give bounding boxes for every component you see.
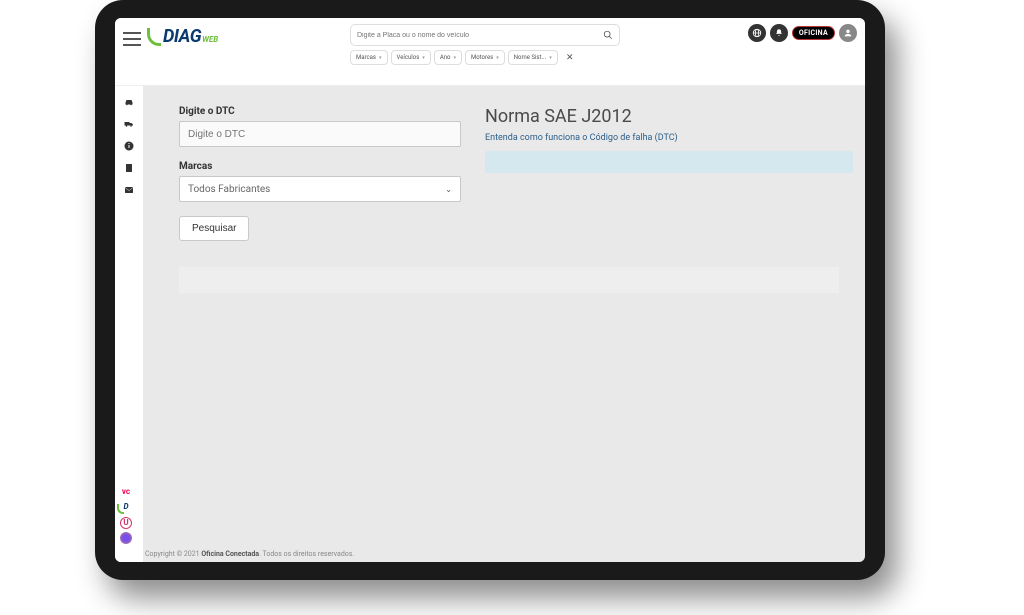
sidebar-mail-icon[interactable] <box>122 184 136 196</box>
search-icon[interactable] <box>603 30 613 40</box>
topbar: DIAG WEB Marcas▾ Veículos▾ Ano▾ Motores▾… <box>115 18 865 86</box>
body: Digite o DTC Marcas Todos Fabricantes ⌄ … <box>115 86 865 562</box>
filter-row: Marcas▾ Veículos▾ Ano▾ Motores▾ Nome Sis… <box>350 50 620 65</box>
filter-motores[interactable]: Motores▾ <box>465 50 505 65</box>
filter-clear-icon[interactable]: ✕ <box>563 51 577 65</box>
search-button[interactable]: Pesquisar <box>179 216 249 241</box>
logo-main: DIAG <box>163 26 201 47</box>
results-placeholder <box>179 267 839 293</box>
diag-mini-icon[interactable]: D <box>119 502 133 514</box>
m-icon[interactable] <box>120 532 132 544</box>
norma-link[interactable]: Entenda como funciona o Código de falha … <box>485 133 853 143</box>
sidebar-truck-icon[interactable] <box>122 118 136 130</box>
search-row <box>350 24 620 46</box>
oficina-badge[interactable]: OFICINA <box>792 26 835 40</box>
marcas-selected: Todos Fabricantes <box>188 184 270 195</box>
mini-icons: vc D U <box>119 487 133 544</box>
dtc-input[interactable] <box>179 121 461 147</box>
marcas-select[interactable]: Todos Fabricantes ⌄ <box>179 176 461 202</box>
logo-swoosh-icon <box>147 28 161 46</box>
footer: Copyright © 2021 Oficina Conectada. Todo… <box>145 550 354 558</box>
sidebar-car-icon[interactable] <box>122 96 136 108</box>
norma-title: Norma SAE J2012 <box>485 106 853 127</box>
user-icon[interactable] <box>839 24 857 42</box>
u-icon[interactable]: U <box>120 517 132 529</box>
bell-icon[interactable] <box>770 24 788 42</box>
filter-sistema[interactable]: Nome Sist...▾ <box>508 50 558 65</box>
vc-icon[interactable]: vc <box>119 487 133 499</box>
filter-veiculos[interactable]: Veículos▾ <box>391 50 431 65</box>
globe-icon[interactable] <box>748 24 766 42</box>
vehicle-search-input[interactable] <box>357 32 603 39</box>
filter-marcas[interactable]: Marcas▾ <box>350 50 388 65</box>
sidebar-info-icon[interactable] <box>122 140 136 152</box>
tablet-frame: DIAG WEB Marcas▾ Veículos▾ Ano▾ Motores▾… <box>95 0 885 580</box>
sidebar-doc-icon[interactable] <box>122 162 136 174</box>
app-screen: DIAG WEB Marcas▾ Veículos▾ Ano▾ Motores▾… <box>115 18 865 562</box>
marcas-label: Marcas <box>179 161 461 172</box>
content: Digite o DTC Marcas Todos Fabricantes ⌄ … <box>143 86 865 562</box>
menu-icon[interactable] <box>123 30 141 48</box>
logo-sub: WEB <box>202 35 218 44</box>
chevron-down-icon: ⌄ <box>445 185 452 194</box>
info-band <box>485 151 853 173</box>
logo[interactable]: DIAG WEB <box>147 26 218 47</box>
dtc-label: Digite o DTC <box>179 106 461 117</box>
filter-ano[interactable]: Ano▾ <box>434 50 462 65</box>
search-panel: Marcas▾ Veículos▾ Ano▾ Motores▾ Nome Sis… <box>350 24 620 65</box>
header-right: OFICINA <box>748 24 857 42</box>
